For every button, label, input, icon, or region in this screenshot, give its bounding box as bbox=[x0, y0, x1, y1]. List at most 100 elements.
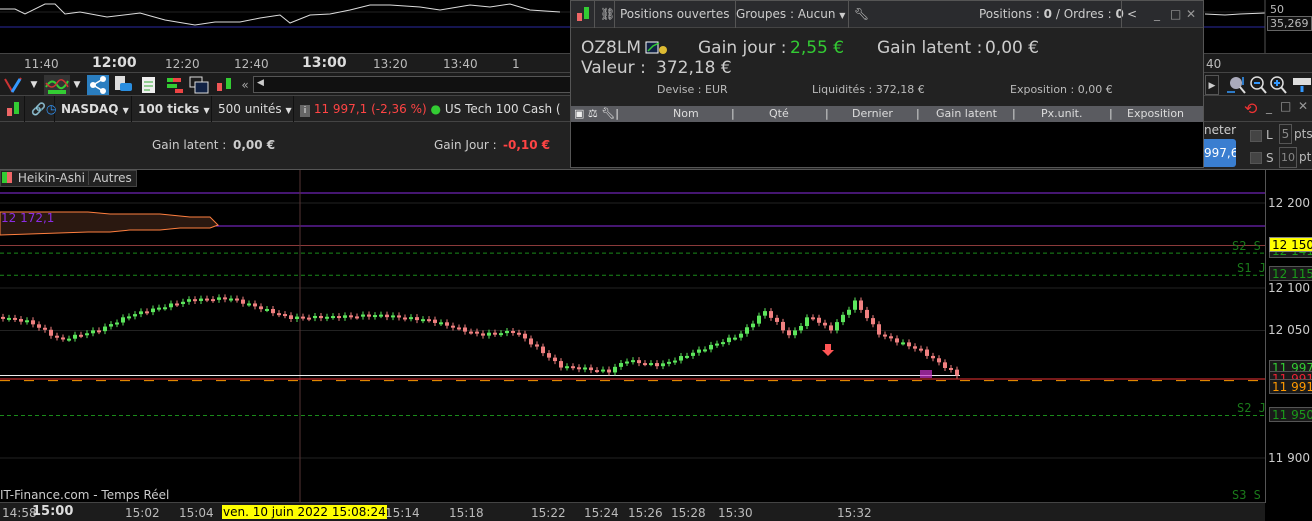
l-pts-input[interactable]: 5 bbox=[1279, 124, 1292, 144]
candle bbox=[955, 369, 959, 376]
zoom-out-icon[interactable] bbox=[1248, 75, 1270, 95]
chart-type-icon[interactable] bbox=[0, 96, 25, 122]
checkbox-l[interactable] bbox=[1250, 130, 1262, 142]
order-book-icon[interactable] bbox=[163, 75, 185, 95]
candle bbox=[25, 320, 29, 323]
valeur-label: Valeur : bbox=[581, 58, 646, 78]
candle bbox=[661, 363, 665, 367]
link-icon[interactable]: ⛓ bbox=[595, 1, 615, 28]
time-label: 15:00 bbox=[32, 504, 74, 519]
candle bbox=[85, 333, 89, 336]
comment-icon[interactable] bbox=[112, 75, 134, 95]
drawing-tools-icon[interactable] bbox=[2, 75, 24, 95]
candle bbox=[637, 360, 641, 364]
gain-jour-label: Gain jour : bbox=[698, 38, 787, 58]
candle bbox=[877, 324, 881, 335]
chevron-down-icon[interactable]: ▼ bbox=[27, 75, 41, 95]
windows-icon[interactable] bbox=[188, 75, 210, 95]
candle bbox=[247, 303, 251, 306]
keyboard-icon[interactable] bbox=[1292, 75, 1312, 95]
candle bbox=[907, 342, 911, 347]
price-button[interactable]: 997,6 bbox=[1204, 139, 1236, 167]
minimize-icon[interactable]: _ bbox=[1266, 100, 1272, 114]
candle bbox=[763, 311, 767, 316]
price-axis[interactable]: 12 200 12 100 12 050 11 900 12 141, 12 1… bbox=[1265, 170, 1312, 503]
price-chart[interactable]: Heikin-Ashi Autres 12 172,1 IT-Finance.co… bbox=[0, 170, 1266, 503]
candle bbox=[709, 344, 713, 350]
link-clock-icon[interactable]: 🔗◷ bbox=[25, 96, 56, 122]
col-gain-latent[interactable]: Gain latent bbox=[936, 106, 997, 122]
candle bbox=[361, 314, 365, 317]
col-nom[interactable]: Nom bbox=[673, 106, 699, 122]
price-label: 12 100 bbox=[1268, 281, 1310, 295]
candle bbox=[733, 337, 737, 340]
collapse-left-icon[interactable]: « bbox=[238, 75, 252, 95]
candle bbox=[31, 320, 35, 325]
scroll-right-icon[interactable]: ▶ bbox=[1205, 75, 1219, 95]
minimize-icon[interactable]: _ bbox=[1149, 1, 1165, 28]
candle bbox=[871, 318, 875, 325]
chevron-down-icon[interactable]: ▼ bbox=[70, 75, 84, 95]
col-px-unit[interactable]: Px.unit. bbox=[1041, 106, 1082, 122]
candle bbox=[553, 357, 557, 362]
candle bbox=[697, 349, 701, 353]
indicators-icon[interactable] bbox=[44, 75, 70, 95]
col-qte[interactable]: Qté bbox=[769, 106, 789, 122]
account-icon[interactable] bbox=[645, 41, 667, 55]
checkbox-s[interactable] bbox=[1250, 152, 1262, 164]
time-label: 15:14 bbox=[385, 506, 420, 520]
groups-select[interactable]: Groupes : Aucun ▼ bbox=[731, 1, 849, 28]
maximize-icon[interactable]: □ bbox=[1280, 99, 1291, 113]
refresh-icon[interactable]: ⟲ bbox=[1244, 99, 1257, 118]
share-icon[interactable]: < bbox=[1121, 1, 1142, 28]
tab-autres[interactable]: Autres bbox=[89, 171, 136, 185]
candle bbox=[337, 316, 341, 319]
trade-marker-icon bbox=[920, 370, 932, 378]
orders-label: / Ordres : bbox=[1055, 7, 1112, 21]
chart-icon[interactable] bbox=[571, 1, 595, 28]
wrench-icon[interactable]: 🔧︎ bbox=[849, 1, 874, 28]
source-label: IT-Finance.com - Temps Réel bbox=[0, 488, 170, 502]
tab-heikin-ashi[interactable]: Heikin-Ashi bbox=[15, 171, 89, 185]
candle bbox=[103, 326, 107, 332]
candle bbox=[271, 308, 275, 314]
info-icon[interactable]: i bbox=[300, 105, 310, 117]
close-icon[interactable]: ✕ bbox=[1298, 99, 1308, 113]
zoom-in-icon[interactable] bbox=[1268, 75, 1290, 95]
candle bbox=[445, 322, 449, 326]
candle bbox=[925, 349, 929, 356]
candle bbox=[235, 298, 239, 301]
candle bbox=[451, 325, 455, 328]
candle bbox=[55, 335, 59, 338]
instrument-select[interactable]: NASDAQ ▼ bbox=[55, 96, 132, 122]
share-icon[interactable] bbox=[87, 75, 109, 95]
positions-table-header: ▣ ⚖ 🔧︎| Nom | Qté | Dernier | Gain laten… bbox=[571, 106, 1203, 122]
candle bbox=[73, 334, 77, 339]
gain-jour-label: Gain Jour : bbox=[434, 138, 497, 152]
units-select[interactable]: 500 unités ▼ bbox=[212, 96, 294, 122]
time-scrollbar[interactable]: ◀ bbox=[253, 76, 573, 93]
time-label: 12:20 bbox=[165, 57, 200, 71]
report-icon[interactable] bbox=[138, 75, 160, 95]
zoom-fit-icon[interactable] bbox=[1225, 75, 1247, 95]
candle bbox=[595, 370, 599, 373]
ticks-select[interactable]: 100 ticks ▼ bbox=[132, 96, 212, 122]
close-icon[interactable]: ✕ bbox=[1181, 1, 1201, 28]
candle bbox=[127, 316, 131, 319]
compare-icon[interactable] bbox=[213, 75, 235, 95]
s-pts-input[interactable]: 10 bbox=[1279, 147, 1297, 168]
candle bbox=[487, 332, 491, 336]
positions-window-header: ⛓ Positions ouvertes Groupes : Aucun ▼ 🔧… bbox=[571, 1, 1203, 28]
col-exposition[interactable]: Exposition bbox=[1127, 106, 1184, 122]
col-dernier[interactable]: Dernier bbox=[852, 106, 893, 122]
meter-label: neter bbox=[1204, 123, 1237, 137]
candle bbox=[577, 367, 581, 370]
level-label-s1j: S1 J bbox=[1237, 261, 1266, 275]
table-icons[interactable]: ▣ ⚖ 🔧︎| bbox=[574, 106, 619, 122]
candle bbox=[931, 355, 935, 359]
groups-label: Groupes : Aucun bbox=[736, 7, 836, 21]
gain-latent-value: 0,00 € bbox=[233, 138, 276, 152]
candle bbox=[679, 356, 683, 361]
histogram-label: 12 172,1 bbox=[1, 211, 55, 225]
candle bbox=[91, 330, 95, 334]
